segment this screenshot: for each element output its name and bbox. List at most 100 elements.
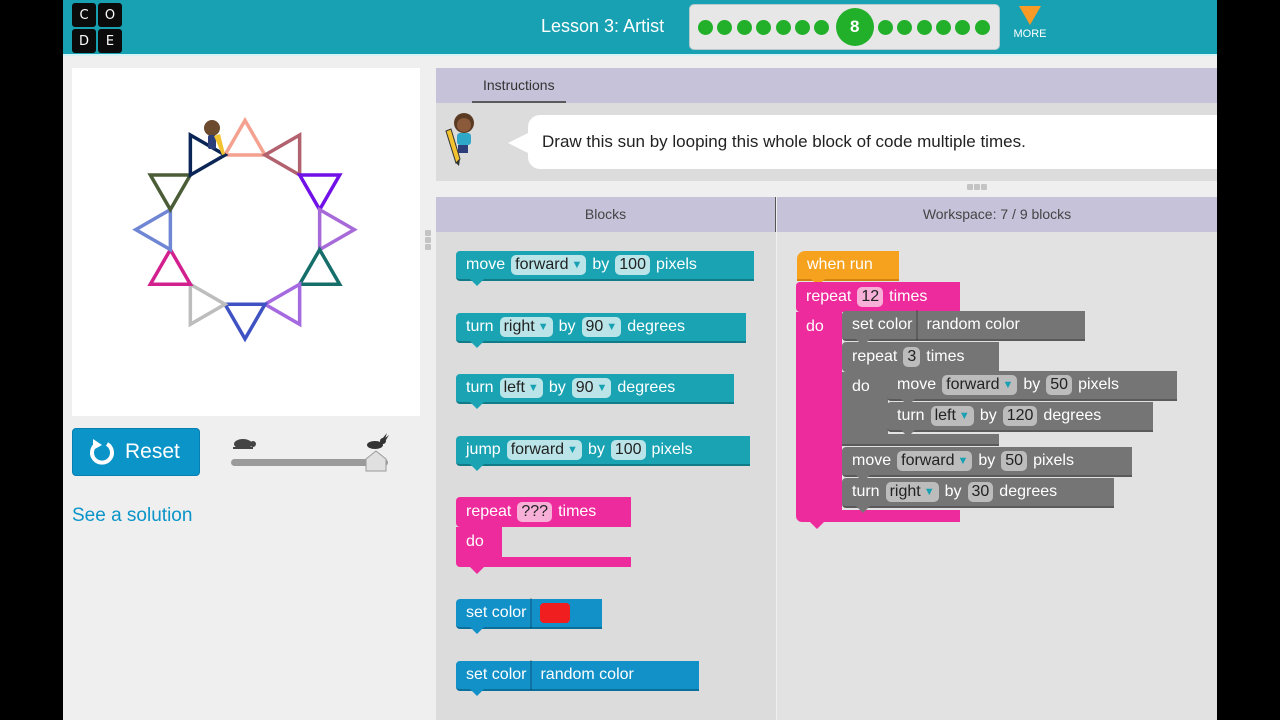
direction-dropdown[interactable]: forward ▼ xyxy=(511,255,587,275)
reset-icon xyxy=(90,439,114,465)
dropdown-arrow-icon: ▼ xyxy=(958,410,970,422)
amount-field[interactable]: 100 xyxy=(615,255,650,275)
angle-dropdown[interactable]: 90 ▼ xyxy=(571,378,612,398)
level-dot[interactable] xyxy=(974,19,990,35)
direction-dropdown[interactable]: forward ▼ xyxy=(897,451,973,471)
app-window: C O D E Lesson 3: Artist 8 MORE Reset Se… xyxy=(63,0,1217,720)
block-set-color-random[interactable]: set color random color xyxy=(456,660,699,691)
block-word: do xyxy=(466,533,484,550)
dropdown-arrow-icon: ▼ xyxy=(537,321,549,333)
level-dot[interactable] xyxy=(794,19,810,35)
block-word: repeat xyxy=(806,288,852,305)
level-dot[interactable] xyxy=(935,19,951,35)
amount-field[interactable]: 30 xyxy=(967,482,994,502)
reset-button[interactable]: Reset xyxy=(72,428,200,476)
instructions-header: Instructions xyxy=(436,68,1217,103)
logo-letter: C xyxy=(72,3,96,27)
see-solution-link[interactable]: See a solution xyxy=(72,505,192,527)
repeat-inner-top: repeat 3 times xyxy=(842,342,999,372)
sun-triangle xyxy=(221,302,269,343)
angle-dropdown[interactable]: 90 ▼ xyxy=(581,317,622,337)
speed-slider[interactable] xyxy=(231,432,391,476)
block-word: by xyxy=(978,452,996,469)
block-outer-move[interactable]: move forward ▼ by 50 pixels xyxy=(842,447,1132,477)
sun-triangle xyxy=(296,246,343,287)
direction-dropdown[interactable]: right ▼ xyxy=(885,482,939,502)
block-word: set color xyxy=(852,316,913,333)
level-dot[interactable] xyxy=(916,19,932,35)
block-word: by xyxy=(558,318,576,335)
level-dot[interactable] xyxy=(897,19,913,35)
block-word: set color xyxy=(466,666,527,683)
block-word: by xyxy=(587,441,605,458)
block-repeat[interactable]: repeat ??? times do xyxy=(456,497,631,569)
direction-dropdown[interactable]: forward ▼ xyxy=(942,375,1018,395)
instructions-body: Draw this sun by looping this whole bloc… xyxy=(436,103,1217,181)
direction-dropdown[interactable]: left ▼ xyxy=(930,406,974,426)
repeat-count-field[interactable]: 12 xyxy=(857,287,884,307)
dropdown-arrow-icon: ▼ xyxy=(923,486,935,498)
level-dot[interactable] xyxy=(877,19,893,35)
block-turn-right[interactable]: turn right ▼ by 90 ▼ degrees xyxy=(456,313,746,343)
block-set-color-swatch[interactable]: set color xyxy=(456,598,602,629)
dropdown-arrow-icon: ▼ xyxy=(567,444,578,456)
direction-dropdown[interactable]: left ▼ xyxy=(499,378,543,398)
block-outer-turn[interactable]: turn right ▼ by 30 degrees xyxy=(842,478,1114,508)
random-color-value[interactable]: random color xyxy=(926,316,1019,334)
block-inner-move[interactable]: move forward ▼ by 50 pixels xyxy=(887,371,1177,401)
more-triangle-icon xyxy=(1019,6,1041,25)
block-word: turn xyxy=(466,379,494,396)
block-move-forward[interactable]: move forward ▼ by 100 pixels xyxy=(456,251,754,281)
direction-dropdown[interactable]: right ▼ xyxy=(499,317,553,337)
current-level-dot[interactable]: 8 xyxy=(835,8,874,46)
repeat-count-field[interactable]: ??? xyxy=(517,502,553,522)
vertical-resize-handle[interactable] xyxy=(425,230,431,250)
block-word: pixels xyxy=(655,256,697,273)
horizontal-resize-handle[interactable] xyxy=(967,184,987,190)
slider-thumb[interactable] xyxy=(365,450,387,472)
block-inner-turn[interactable]: turn left ▼ by 120 degrees xyxy=(887,402,1153,432)
logo-letter: O xyxy=(98,3,122,27)
block-word: times xyxy=(926,348,965,365)
random-color-value[interactable]: random color xyxy=(540,666,633,684)
dropdown-arrow-icon: ▼ xyxy=(1002,379,1014,391)
level-progress: 8 xyxy=(689,4,1000,50)
level-dot[interactable] xyxy=(698,19,713,35)
block-word: times xyxy=(558,503,597,520)
repeat-count-field[interactable]: 3 xyxy=(903,347,921,367)
block-set-color[interactable]: set color random color xyxy=(842,310,1085,341)
sun-triangle xyxy=(188,281,229,328)
amount-field[interactable]: 100 xyxy=(610,440,646,460)
repeat-outer-bottom xyxy=(796,510,960,522)
block-word: repeat xyxy=(466,503,512,520)
dropdown-arrow-icon: ▼ xyxy=(606,321,618,333)
logo-letter: D xyxy=(72,29,96,53)
level-dot[interactable] xyxy=(717,19,733,35)
block-when-run[interactable]: when run xyxy=(797,251,899,281)
amount-field[interactable]: 120 xyxy=(1002,406,1038,426)
block-word: by xyxy=(592,256,610,273)
amount-field[interactable]: 50 xyxy=(1046,375,1073,395)
block-word: do xyxy=(852,378,870,395)
level-dot[interactable] xyxy=(775,19,791,35)
direction-dropdown[interactable]: forward ▼ xyxy=(506,440,582,460)
dropdown-arrow-icon: ▼ xyxy=(596,382,608,394)
code-logo[interactable]: C O D E xyxy=(72,3,122,53)
logo-letter: E xyxy=(98,29,122,53)
level-dot[interactable] xyxy=(814,19,830,35)
level-dot[interactable] xyxy=(756,19,772,35)
block-word: repeat xyxy=(852,348,898,365)
block-word: by xyxy=(979,407,997,424)
more-button[interactable]: MORE xyxy=(1011,6,1049,40)
repeat-inner-bottom xyxy=(842,434,999,446)
level-dot[interactable] xyxy=(955,19,971,35)
dropdown-arrow-icon: ▼ xyxy=(571,259,583,271)
tab-instructions[interactable]: Instructions xyxy=(472,68,566,103)
amount-field[interactable]: 50 xyxy=(1001,451,1028,471)
block-word: move xyxy=(897,376,937,393)
level-dot[interactable] xyxy=(736,19,752,35)
color-swatch[interactable] xyxy=(540,603,571,623)
drawing-canvas xyxy=(72,68,420,416)
block-jump-forward[interactable]: jump forward ▼ by 100 pixels xyxy=(456,436,750,466)
block-turn-left[interactable]: turn left ▼ by 90 ▼ degrees xyxy=(456,374,734,404)
